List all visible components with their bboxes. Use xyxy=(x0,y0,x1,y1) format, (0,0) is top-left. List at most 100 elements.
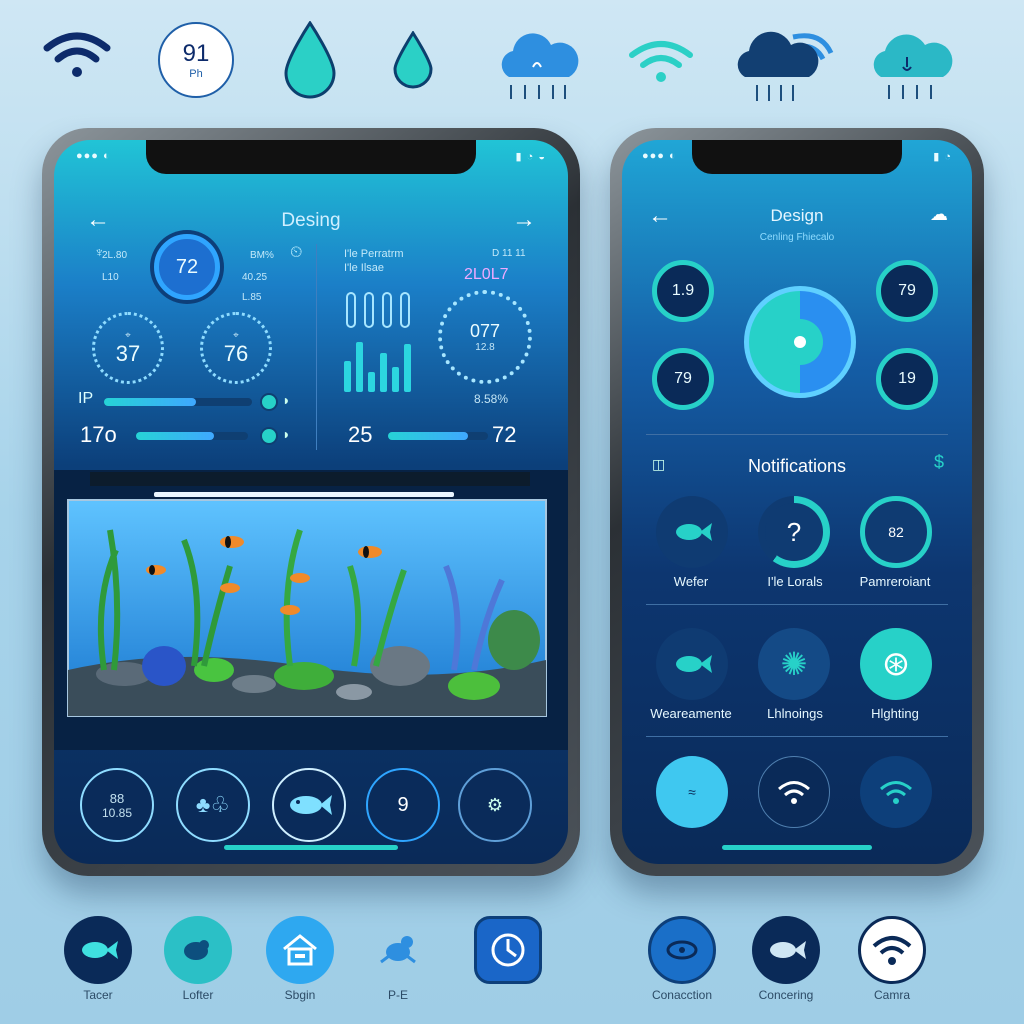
gauge-ring-a: ⌖ 37 xyxy=(92,312,164,384)
right-status-right: ▮ ◔ xyxy=(933,151,952,163)
concering-nav-icon[interactable] xyxy=(752,916,820,984)
slider1-track[interactable] xyxy=(104,398,252,406)
section-title: Notifications xyxy=(747,456,847,476)
parameters-button[interactable]: 82 xyxy=(860,496,932,568)
home-indicator xyxy=(224,845,398,850)
panel-title: I'le Perratrm xyxy=(344,248,404,260)
panel-subtitle: I'le Ilsae xyxy=(344,262,385,274)
panel-slider-track[interactable] xyxy=(388,432,488,440)
gauge-label-a: 2L.80 xyxy=(102,250,128,261)
ring-tl: 1.9 xyxy=(652,260,714,322)
crab-nav-icon[interactable] xyxy=(364,916,432,984)
warnings-button[interactable] xyxy=(656,628,728,700)
fish-nav-icon[interactable] xyxy=(64,916,132,984)
level-bar xyxy=(404,344,411,392)
plants-button[interactable]: ♣♧ xyxy=(176,768,250,842)
ring-tl-value: 1.9 xyxy=(671,282,695,299)
slider1-end-icon: ◗ xyxy=(282,392,291,408)
panel-reading: 2L0L7 xyxy=(464,266,509,283)
gauge-ring-a-pin-icon: ⌖ xyxy=(125,329,131,341)
water-button[interactable] xyxy=(656,496,728,568)
slider1-fill xyxy=(104,398,196,406)
slider2-knob[interactable] xyxy=(260,427,278,445)
wifi-icon xyxy=(40,26,114,82)
lr-lorals-core: ? xyxy=(765,503,823,561)
level-bar xyxy=(356,341,363,392)
gauge-label-c: BM% xyxy=(250,250,274,261)
settings-icon: ⚙ xyxy=(486,794,504,815)
connection-nav-icon[interactable] xyxy=(648,916,716,984)
flighting-label: Hlghting xyxy=(871,706,919,721)
panel-slider-fill xyxy=(388,432,468,440)
panel-dial-sub: 12.8 xyxy=(475,342,495,353)
camera-nav-icon[interactable] xyxy=(858,916,926,984)
level-bar xyxy=(380,352,387,392)
water-drop-icon xyxy=(280,20,340,100)
parameters-value: 82 xyxy=(888,524,904,540)
slider1-label: IP xyxy=(78,390,94,407)
panel-dial: 077 12.8 xyxy=(438,290,532,384)
right-status-left: ●●● ◐ xyxy=(642,150,677,162)
level-bars xyxy=(344,336,414,392)
divider-1 xyxy=(646,434,948,435)
nav-wifi-teal-button[interactable] xyxy=(860,756,932,828)
page-title: Desing xyxy=(281,210,341,231)
nav-home-button[interactable]: ≈ xyxy=(656,756,728,828)
flighting-button[interactable]: ⊛ xyxy=(860,628,932,700)
cloud-rain-icon xyxy=(494,26,580,106)
storm-cloud-icon xyxy=(732,22,836,106)
level-bar xyxy=(344,361,351,392)
forward-arrow-icon[interactable]: → xyxy=(512,206,536,234)
lighting-label: Lhlnoings xyxy=(767,706,823,721)
slider2-track[interactable] xyxy=(136,432,248,440)
ph-unit: Ph xyxy=(189,68,203,80)
wifi-icon xyxy=(778,781,810,804)
panel-divider xyxy=(316,244,317,450)
left-notch xyxy=(146,140,476,174)
plants-icon: ♣♧ xyxy=(195,792,231,817)
panel-slider-left: 25 xyxy=(348,422,373,447)
main-gauge: 72 xyxy=(154,234,220,300)
stats-button[interactable]: 88 10.85 xyxy=(80,768,154,842)
tube-4 xyxy=(400,292,410,328)
home-nav-icon[interactable] xyxy=(266,916,334,984)
fish-icon xyxy=(676,523,712,541)
dollar-icon[interactable]: $ xyxy=(934,452,944,473)
crab-nav-label: P-E xyxy=(387,988,408,1002)
gauge-label-e: L.85 xyxy=(242,292,262,303)
fish-nav-label: Tacer xyxy=(83,988,113,1002)
tube-2 xyxy=(364,292,374,328)
nav-wifi-button[interactable] xyxy=(758,756,830,828)
center-dial-dot xyxy=(794,336,806,348)
center-dial-core xyxy=(777,319,823,365)
ring-tr: 79 xyxy=(876,260,938,322)
bird-nav-icon[interactable] xyxy=(164,916,232,984)
level-bar xyxy=(368,372,375,392)
tube-1 xyxy=(346,292,356,328)
fish-button[interactable] xyxy=(272,768,346,842)
left-phone: ●●● ◐ ▮ ◔ ◒ ← Desing → 2L.80 L10 BM% 40.… xyxy=(42,128,580,876)
settings-button[interactable]: ⚙ xyxy=(458,768,532,842)
left-screen: ●●● ◐ ▮ ◔ ◒ ← Desing → 2L.80 L10 BM% 40.… xyxy=(54,140,568,864)
ring-bl: 79 xyxy=(652,348,714,410)
ring-br-value: 19 xyxy=(898,370,916,387)
clock-nav-icon[interactable] xyxy=(474,916,542,984)
slider2-value: 17o xyxy=(80,422,117,447)
cloud-icon[interactable]: ☁ xyxy=(930,204,948,225)
center-dial[interactable] xyxy=(744,286,856,398)
page-subtitle: Cenling Fhiecalo xyxy=(759,232,835,243)
right-phone: ●●● ◐ ▮ ◔ ← Design Cenling Fhiecalo ☁ 1.… xyxy=(610,128,984,876)
water-drop-small-icon xyxy=(388,30,438,90)
right-notch xyxy=(692,140,902,174)
temp-button[interactable]: 9 xyxy=(366,768,440,842)
lr-lorals-button[interactable]: ? xyxy=(758,496,830,568)
slider1-knob[interactable] xyxy=(260,393,278,411)
warnings-label: Weareamente xyxy=(650,706,732,721)
panel-slider-right: 72 xyxy=(492,422,517,447)
concering-nav-label: Concering xyxy=(758,988,814,1002)
gauge-ring-b-value: 76 xyxy=(223,340,249,366)
wifi-teal-icon xyxy=(880,781,912,804)
gauge-ring-b-pin-icon: ⌖ xyxy=(233,329,239,341)
divider-2 xyxy=(646,604,948,605)
lighting-button[interactable]: ✺ xyxy=(758,628,830,700)
